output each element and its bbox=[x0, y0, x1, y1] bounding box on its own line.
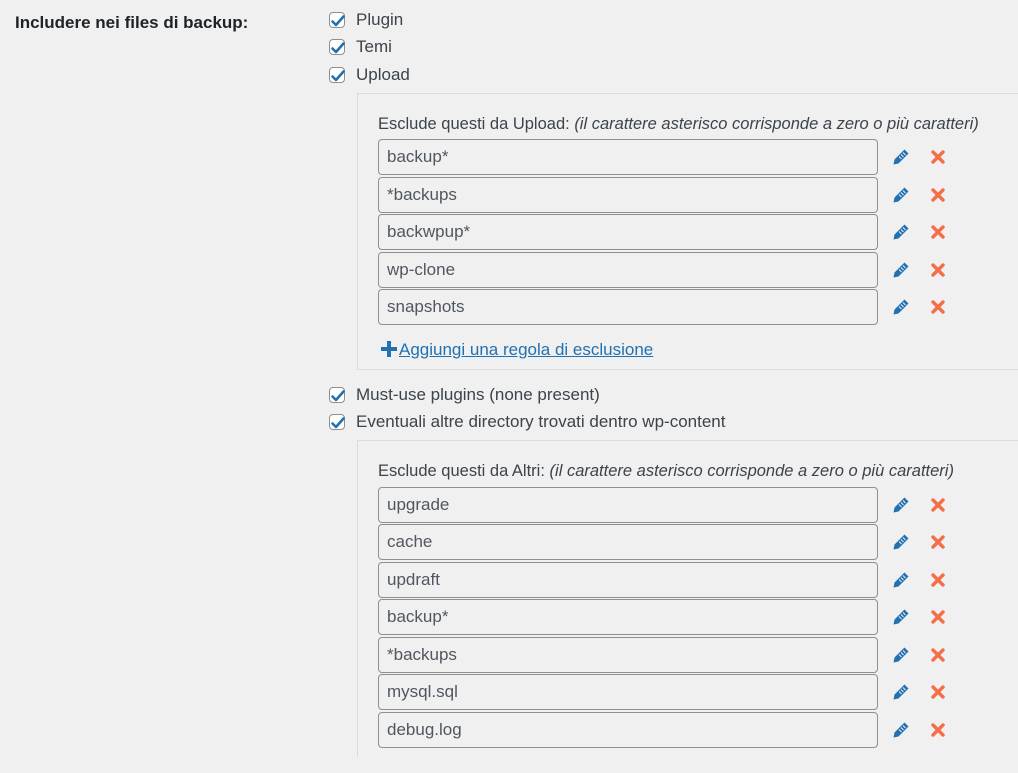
exclusion-rule-input[interactable] bbox=[378, 711, 878, 748]
add-exclusion-rule-link[interactable]: Aggiungi una regola di esclusione bbox=[399, 340, 653, 360]
exclusion-rule bbox=[378, 214, 1018, 252]
exclusions-hint: (il carattere asterisco corrisponde a ze… bbox=[549, 462, 954, 480]
x-icon[interactable] bbox=[928, 570, 948, 590]
include-in-backup-label: Includere nei files di backup: bbox=[15, 13, 249, 32]
checkmark-icon bbox=[331, 389, 345, 402]
others-rule-list bbox=[378, 486, 1018, 749]
exclusion-rule-input[interactable] bbox=[378, 599, 878, 636]
x-icon[interactable] bbox=[928, 532, 948, 552]
pencil-icon[interactable] bbox=[891, 570, 911, 590]
x-icon[interactable] bbox=[928, 222, 948, 242]
option-label: Eventuali altre directory trovati dentro… bbox=[356, 412, 726, 432]
pencil-icon[interactable] bbox=[891, 495, 911, 515]
pencil-icon[interactable] bbox=[891, 645, 911, 665]
plus-icon bbox=[381, 339, 397, 361]
pencil-icon[interactable] bbox=[891, 147, 911, 167]
exclusion-rule-input[interactable] bbox=[378, 176, 878, 213]
x-icon[interactable] bbox=[928, 297, 948, 317]
checkmark-icon bbox=[331, 14, 345, 27]
checkmark-icon bbox=[331, 69, 345, 82]
backup-options: Plugin Temi Upload Esclude questi da Upl… bbox=[329, 6, 1018, 757]
checkmark-icon bbox=[331, 42, 345, 54]
checkbox-plugin[interactable] bbox=[329, 11, 345, 28]
x-icon[interactable] bbox=[928, 682, 948, 702]
pencil-icon[interactable] bbox=[891, 260, 911, 280]
pencil-icon[interactable] bbox=[891, 185, 911, 205]
x-icon[interactable] bbox=[928, 495, 948, 515]
option-mu-plugins[interactable]: Must-use plugins (none present) bbox=[329, 381, 1018, 409]
checkbox-mu-plugins[interactable] bbox=[329, 386, 345, 403]
option-uploads[interactable]: Upload bbox=[329, 61, 1018, 89]
checkbox-uploads[interactable] bbox=[329, 66, 345, 83]
exclusion-rule bbox=[378, 486, 1018, 524]
option-label: Upload bbox=[356, 64, 410, 84]
exclusion-rule bbox=[378, 524, 1018, 562]
exclusion-rule-input[interactable] bbox=[378, 289, 878, 326]
checkbox-themes[interactable] bbox=[329, 39, 345, 56]
exclusion-rule-input[interactable] bbox=[378, 251, 878, 288]
pencil-icon[interactable] bbox=[891, 222, 911, 242]
exclusion-rule bbox=[378, 289, 1018, 327]
exclusions-hint: (il carattere asterisco corrisponde a ze… bbox=[574, 114, 979, 133]
pencil-icon[interactable] bbox=[891, 297, 911, 317]
others-exclusions-panel: Esclude questi da Altri: (il carattere a… bbox=[357, 440, 1018, 757]
pencil-icon[interactable] bbox=[891, 607, 911, 627]
exclusion-rule-input[interactable] bbox=[378, 486, 878, 523]
exclusion-rule-input[interactable] bbox=[378, 524, 878, 561]
exclusion-rule bbox=[378, 561, 1018, 599]
x-icon[interactable] bbox=[928, 720, 948, 740]
others-exclusions-title: Esclude questi da Altri: (il carattere a… bbox=[378, 462, 1018, 481]
checkbox-other-dirs[interactable] bbox=[329, 414, 345, 431]
x-icon[interactable] bbox=[928, 260, 948, 280]
exclusion-rule-input[interactable] bbox=[378, 636, 878, 673]
x-icon[interactable] bbox=[928, 147, 948, 167]
exclusion-rule bbox=[378, 674, 1018, 712]
exclusions-title-text: Esclude questi da Altri: bbox=[378, 462, 545, 480]
uploads-exclusions-panel: Esclude questi da Upload: (il carattere … bbox=[357, 92, 1018, 370]
option-plugin[interactable]: Plugin bbox=[329, 6, 1018, 34]
option-other-dirs[interactable]: Eventuali altre directory trovati dentro… bbox=[329, 409, 1018, 437]
uploads-exclusions-title: Esclude questi da Upload: (il carattere … bbox=[378, 115, 1018, 134]
x-icon[interactable] bbox=[928, 645, 948, 665]
checkmark-icon bbox=[331, 417, 345, 429]
exclusion-rule-input[interactable] bbox=[378, 214, 878, 251]
exclusion-rule bbox=[378, 636, 1018, 674]
x-icon[interactable] bbox=[928, 185, 948, 205]
exclusion-rule bbox=[378, 711, 1018, 749]
add-exclusion-rule[interactable]: Aggiungi una regola di esclusione bbox=[378, 339, 1018, 361]
x-icon[interactable] bbox=[928, 607, 948, 627]
exclusion-rule-input[interactable] bbox=[378, 139, 878, 176]
exclusion-rule bbox=[378, 251, 1018, 289]
pencil-icon[interactable] bbox=[891, 720, 911, 740]
exclusion-rule bbox=[378, 139, 1018, 177]
pencil-icon[interactable] bbox=[891, 682, 911, 702]
exclusions-title-text: Esclude questi da Upload: bbox=[378, 114, 570, 133]
exclusion-rule bbox=[378, 599, 1018, 637]
exclusion-rule-input[interactable] bbox=[378, 561, 878, 598]
option-label: Temi bbox=[356, 37, 392, 57]
option-label: Must-use plugins (none present) bbox=[356, 384, 600, 404]
pencil-icon[interactable] bbox=[891, 532, 911, 552]
uploads-rule-list bbox=[378, 139, 1018, 327]
exclusion-rule bbox=[378, 176, 1018, 214]
exclusion-rule-input[interactable] bbox=[378, 674, 878, 711]
option-themes[interactable]: Temi bbox=[329, 34, 1018, 62]
option-label: Plugin bbox=[356, 9, 404, 29]
